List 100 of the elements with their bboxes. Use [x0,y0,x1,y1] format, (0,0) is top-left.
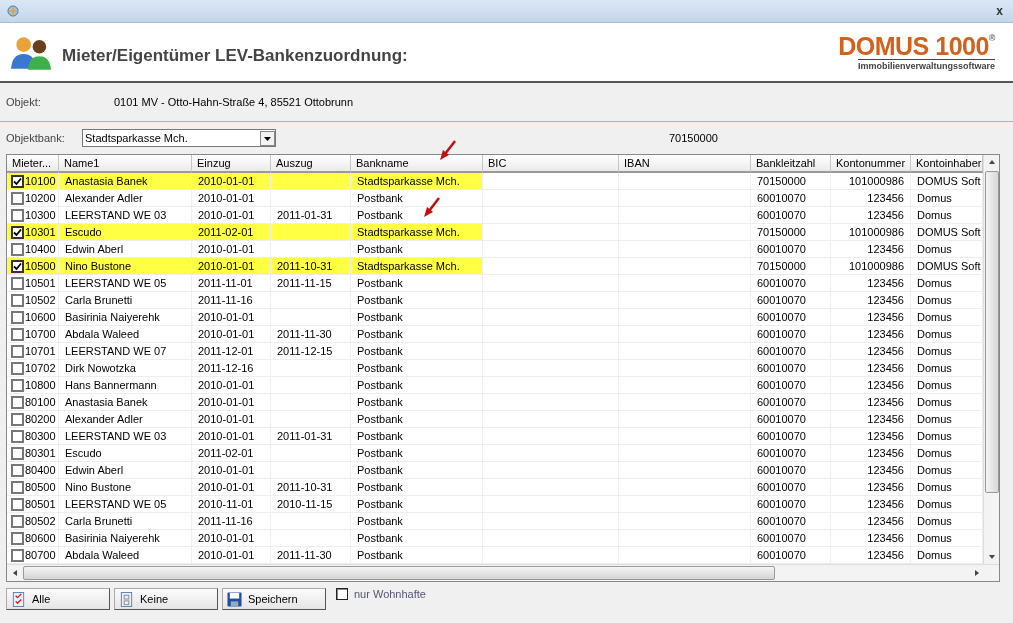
table-cell: 2010-01-01 [192,309,271,326]
table-cell: 2010-01-01 [192,190,271,207]
table-cell: 123456 [831,394,911,411]
column-header[interactable]: Einzug [192,155,271,173]
table-cell: 2011-11-16 [192,292,271,309]
table-cell: 2011-02-01 [192,224,271,241]
table-cell: Anastasia Banek [59,394,192,411]
select-none-button[interactable]: Keine [114,588,218,610]
row-checkbox[interactable] [11,276,24,290]
row-checkbox[interactable] [11,344,24,358]
table-cell: Abdala Waleed [59,326,192,343]
table-cell: 10800 [24,377,59,394]
table-cell: 60010070 [751,275,831,292]
table-cell: LEERSTAND WE 07 [59,343,192,360]
scroll-up-icon[interactable] [987,158,996,166]
row-checkbox[interactable] [11,327,24,341]
table-cell: Nino Bustone [59,479,192,496]
row-checkbox[interactable] [11,514,24,528]
table-cell: 2010-01-01 [192,377,271,394]
checkbox[interactable] [336,588,348,600]
vertical-scrollbar[interactable] [983,155,999,564]
table-cell: Basirinia Naiyerehk [59,530,192,547]
row-checkbox[interactable] [11,174,24,188]
row-checkbox[interactable] [11,480,24,494]
row-checkbox[interactable] [11,429,24,443]
table-cell: Postbank [351,428,483,445]
table-cell: Stadtsparkasse Mch. [351,224,483,241]
row-checkbox[interactable] [11,446,24,460]
column-header[interactable]: Name1 [59,155,192,173]
row-checkbox[interactable] [11,463,24,477]
objekt-label: Objekt: [6,96,42,108]
table-cell: Postbank [351,190,483,207]
table-cell: 2010-01-01 [192,394,271,411]
table-cell: 60010070 [751,479,831,496]
table-cell: 2010-01-01 [192,462,271,479]
table-cell: 123456 [831,428,911,445]
row-checkbox[interactable] [11,395,24,409]
select-all-button[interactable]: Alle [6,588,110,610]
table-cell: 60010070 [751,394,831,411]
scroll-down-icon[interactable] [987,553,996,561]
row-checkbox[interactable] [11,259,24,273]
save-button[interactable]: Speichern [222,588,326,610]
horizontal-scrollbar[interactable] [7,564,999,581]
table-cell: 60010070 [751,462,831,479]
table-cell: Postbank [351,513,483,530]
table-cell: 10501 [24,275,59,292]
scroll-left-icon[interactable] [11,569,19,577]
table-cell: Postbank [351,411,483,428]
objektbank-dropdown[interactable]: Stadtsparkasse Mch. [82,129,276,147]
table-cell: 123456 [831,530,911,547]
column-header[interactable]: BIC [483,155,619,173]
column-header[interactable]: Kontoinhaber [911,155,983,173]
column-header[interactable]: IBAN [619,155,751,173]
page-title: Mieter/Eigentümer LEV-Bankenzuordnung: [62,46,408,66]
table-cell: 123456 [831,343,911,360]
table-cell: 123456 [831,462,911,479]
table-cell: 2010-01-01 [192,530,271,547]
row-checkbox[interactable] [11,548,24,562]
table-cell: Postbank [351,343,483,360]
table-cell: 80500 [24,479,59,496]
close-button[interactable]: x [992,4,1007,18]
row-checkbox[interactable] [11,310,24,324]
table-cell: 60010070 [751,513,831,530]
table-cell: 60010070 [751,377,831,394]
table-cell: LEERSTAND WE 05 [59,496,192,513]
table-cell: Dirk Nowotzka [59,360,192,377]
table-cell: 60010070 [751,292,831,309]
row-checkbox[interactable] [11,242,24,256]
checkbox-label: nur Wohnhafte [354,588,426,600]
row-checkbox[interactable] [11,497,24,511]
column-header[interactable]: Mieter... [7,155,59,173]
table-cell: Postbank [351,496,483,513]
annotation-arrow [421,197,441,219]
table-cell: Basirinia Naiyerehk [59,309,192,326]
row-checkbox[interactable] [11,191,24,205]
table-cell: 60010070 [751,190,831,207]
table-cell: Postbank [351,462,483,479]
row-checkbox[interactable] [11,208,24,222]
table-cell: 2011-11-15 [271,275,351,292]
table-cell: 2011-12-16 [192,360,271,377]
row-checkbox[interactable] [11,378,24,392]
table-cell: 10301 [24,224,59,241]
column-header[interactable]: Kontonummer [831,155,911,173]
row-checkbox[interactable] [11,293,24,307]
row-checkbox[interactable] [11,225,24,239]
column-header[interactable]: Bankname [351,155,483,173]
scroll-right-icon[interactable] [973,569,981,577]
table-cell: 123456 [831,241,911,258]
row-checkbox[interactable] [11,531,24,545]
row-checkbox[interactable] [11,361,24,375]
table-cell: 123456 [831,496,911,513]
table-cell: Postbank [351,394,483,411]
table-cell: 60010070 [751,411,831,428]
table-cell: 60010070 [751,207,831,224]
table-cell: 10100 [24,173,59,190]
table-cell: 60010070 [751,496,831,513]
table-cell: 123456 [831,326,911,343]
column-header[interactable]: Bankleitzahl [751,155,831,173]
column-header[interactable]: Auszug [271,155,351,173]
row-checkbox[interactable] [11,412,24,426]
